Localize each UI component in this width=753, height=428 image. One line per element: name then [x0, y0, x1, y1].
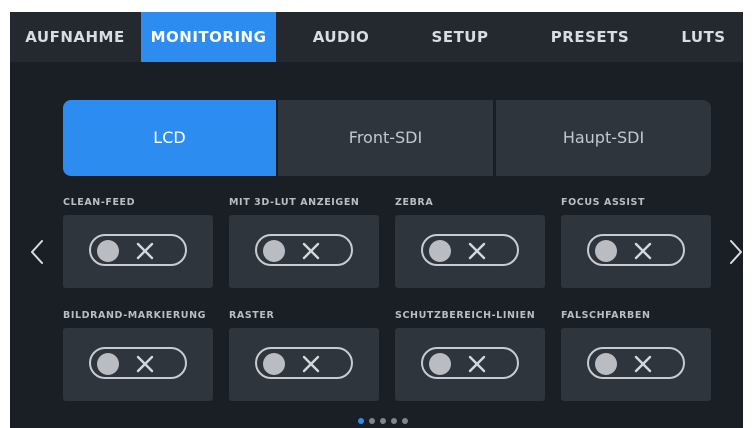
x-icon [468, 355, 486, 373]
schutzbereich-label: SCHUTZBEREICH-LINIEN [395, 310, 536, 321]
x-icon [302, 242, 320, 260]
page-dot-2[interactable] [369, 418, 375, 424]
monitoring-screen: AUFNAHME MONITORING AUDIO SETUP PRESETS … [10, 12, 743, 428]
falschfarben-toggle[interactable] [587, 347, 685, 379]
toggle-knob [97, 240, 119, 262]
x-icon [136, 242, 154, 260]
x-icon [468, 242, 486, 260]
zebra-card [395, 215, 545, 288]
page-dot-1[interactable] [358, 418, 364, 424]
zebra-toggle[interactable] [421, 234, 519, 266]
output-lcd-button[interactable]: LCD [63, 100, 276, 176]
raster-card [229, 328, 379, 401]
bildrand-toggle[interactable] [89, 347, 187, 379]
page-dot-4[interactable] [391, 418, 397, 424]
clean-feed-card [63, 215, 213, 288]
tab-monitoring[interactable]: MONITORING [141, 12, 276, 62]
page-indicator [358, 418, 418, 426]
output-front-sdi-button[interactable]: Front-SDI [278, 100, 493, 176]
x-icon [302, 355, 320, 373]
tab-setup[interactable]: SETUP [410, 12, 510, 62]
page-dot-5[interactable] [402, 418, 408, 424]
3d-lut-toggle[interactable] [255, 234, 353, 266]
chevron-right-icon[interactable] [729, 239, 743, 265]
schutzbereich-toggle[interactable] [421, 347, 519, 379]
focus-assist-toggle[interactable] [587, 234, 685, 266]
chevron-left-icon[interactable] [30, 239, 44, 265]
bildrand-card [63, 328, 213, 401]
zebra-label: ZEBRA [395, 197, 434, 208]
schutzbereich-card [395, 328, 545, 401]
output-haupt-sdi-button[interactable]: Haupt-SDI [496, 100, 711, 176]
toggle-knob [595, 240, 617, 262]
toggle-knob [263, 353, 285, 375]
3d-lut-label: MIT 3D-LUT ANZEIGEN [229, 197, 360, 208]
3d-lut-card [229, 215, 379, 288]
clean-feed-toggle[interactable] [89, 234, 187, 266]
page-dot-3[interactable] [380, 418, 386, 424]
toggle-knob [595, 353, 617, 375]
focus-assist-label: FOCUS ASSIST [561, 197, 646, 208]
clean-feed-label: CLEAN-FEED [63, 197, 136, 208]
x-icon [136, 355, 154, 373]
x-icon [634, 242, 652, 260]
x-icon [634, 355, 652, 373]
tab-presets[interactable]: PRESETS [530, 12, 650, 62]
tab-aufnahme[interactable]: AUFNAHME [10, 12, 140, 62]
bildrand-label: BILDRAND-MARKIERUNG [63, 310, 207, 321]
toggle-knob [429, 353, 451, 375]
tab-luts[interactable]: LUTS [664, 12, 743, 62]
toggle-knob [97, 353, 119, 375]
raster-toggle[interactable] [255, 347, 353, 379]
falschfarben-label: FALSCHFARBEN [561, 310, 651, 321]
top-tab-bar: AUFNAHME MONITORING AUDIO SETUP PRESETS … [10, 12, 743, 62]
tab-audio[interactable]: AUDIO [286, 12, 396, 62]
toggle-knob [429, 240, 451, 262]
raster-label: RASTER [229, 310, 275, 321]
falschfarben-card [561, 328, 711, 401]
focus-assist-card [561, 215, 711, 288]
toggle-knob [263, 240, 285, 262]
